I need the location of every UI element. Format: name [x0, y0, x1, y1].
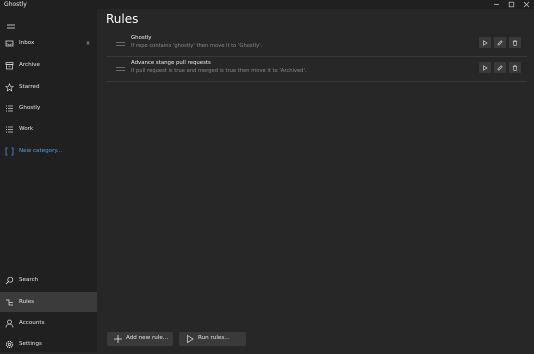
rule-description: If pull request is true and merged is tr… [131, 68, 307, 74]
maximize-icon [508, 1, 515, 8]
add-rule-button[interactable]: Add new rule... [107, 332, 173, 346]
search-icon [5, 276, 14, 284]
unread-indicator-icon [86, 41, 90, 45]
person-icon [5, 319, 14, 328]
pencil-icon [497, 39, 503, 45]
gear-icon [5, 340, 14, 348]
run-rules-label: Run rules... [198, 335, 230, 341]
trash-icon [512, 65, 518, 71]
add-rule-label: Add new rule... [126, 335, 169, 341]
sidebar-item-accounts[interactable]: Accounts [0, 313, 97, 333]
sidebar-item-rules[interactable]: Rules [0, 292, 97, 312]
run-rules-button[interactable]: Run rules... [179, 332, 246, 346]
sidebar-item-label: Starred [19, 84, 40, 90]
delete-rule-button[interactable] [509, 62, 521, 73]
sidebar-item-label: Accounts [19, 320, 45, 326]
sidebar-item-label: Archive [19, 62, 40, 68]
hamburger-icon [7, 24, 15, 29]
drag-handle-icon[interactable] [116, 66, 125, 72]
edit-rule-button[interactable] [494, 62, 506, 73]
plus-icon [114, 335, 122, 343]
run-rule-button[interactable] [479, 37, 491, 48]
sidebar-item-starred[interactable]: Starred [0, 77, 97, 97]
close-button[interactable] [519, 0, 534, 9]
play-icon [187, 334, 194, 344]
archive-icon [5, 61, 14, 69]
sidebar-item-label: Search [19, 277, 39, 283]
play-icon [483, 64, 488, 71]
pencil-icon [497, 64, 503, 70]
page-title: Rules [106, 12, 139, 26]
rule-item[interactable]: Ghostly If repo contains 'ghostly' then … [106, 33, 527, 57]
rule-name: Advance stange pull requests [131, 60, 211, 66]
rule-item[interactable]: Advance stange pull requests If pull req… [106, 58, 527, 82]
sidebar-item-work[interactable]: Work [0, 119, 97, 139]
sidebar-item-ghostly[interactable]: Ghostly [0, 98, 97, 118]
main-content: Rules Ghostly If repo contains 'ghostly'… [97, 9, 534, 352]
run-rule-button[interactable] [479, 62, 491, 73]
close-icon [523, 1, 530, 8]
rule-description: If repo contains 'ghostly' then move it … [131, 43, 263, 49]
maximize-button[interactable] [504, 0, 519, 9]
list-icon [6, 126, 13, 132]
sidebar-item-settings[interactable]: Settings [0, 334, 97, 354]
sidebar-item-inbox[interactable]: Inbox [0, 33, 97, 53]
star-icon [5, 82, 14, 92]
sidebar-item-search[interactable]: Search [0, 270, 97, 290]
trash-icon [512, 40, 518, 46]
sidebar-item-label: Ghostly [19, 105, 41, 111]
new-category-button[interactable]: New category... [0, 141, 97, 161]
sidebar-item-label: Settings [19, 341, 42, 347]
play-icon [483, 39, 488, 46]
sidebar-item-label: New category... [19, 148, 63, 154]
inbox-icon [5, 40, 14, 46]
add-category-icon [5, 147, 14, 155]
rules-icon [6, 299, 13, 305]
app-title: Ghostly [4, 1, 27, 8]
delete-rule-button[interactable] [509, 37, 521, 48]
sidebar-item-label: Rules [19, 299, 35, 305]
sidebar-item-archive[interactable]: Archive [0, 55, 97, 75]
minimize-icon [494, 4, 499, 5]
rule-actions [479, 62, 521, 73]
title-bar: Ghostly [0, 0, 534, 9]
list-icon [6, 105, 13, 111]
window-controls [489, 0, 534, 9]
drag-handle-icon[interactable] [116, 41, 125, 47]
menu-button[interactable] [4, 21, 18, 33]
edit-rule-button[interactable] [494, 37, 506, 48]
minimize-button[interactable] [489, 0, 504, 9]
sidebar-item-label: Work [19, 126, 34, 132]
rule-name: Ghostly [131, 35, 152, 41]
rule-actions [479, 37, 521, 48]
sidebar-item-label: Inbox [19, 40, 35, 46]
sidebar: Inbox Archive Starred Ghostly Work New c… [0, 9, 97, 352]
